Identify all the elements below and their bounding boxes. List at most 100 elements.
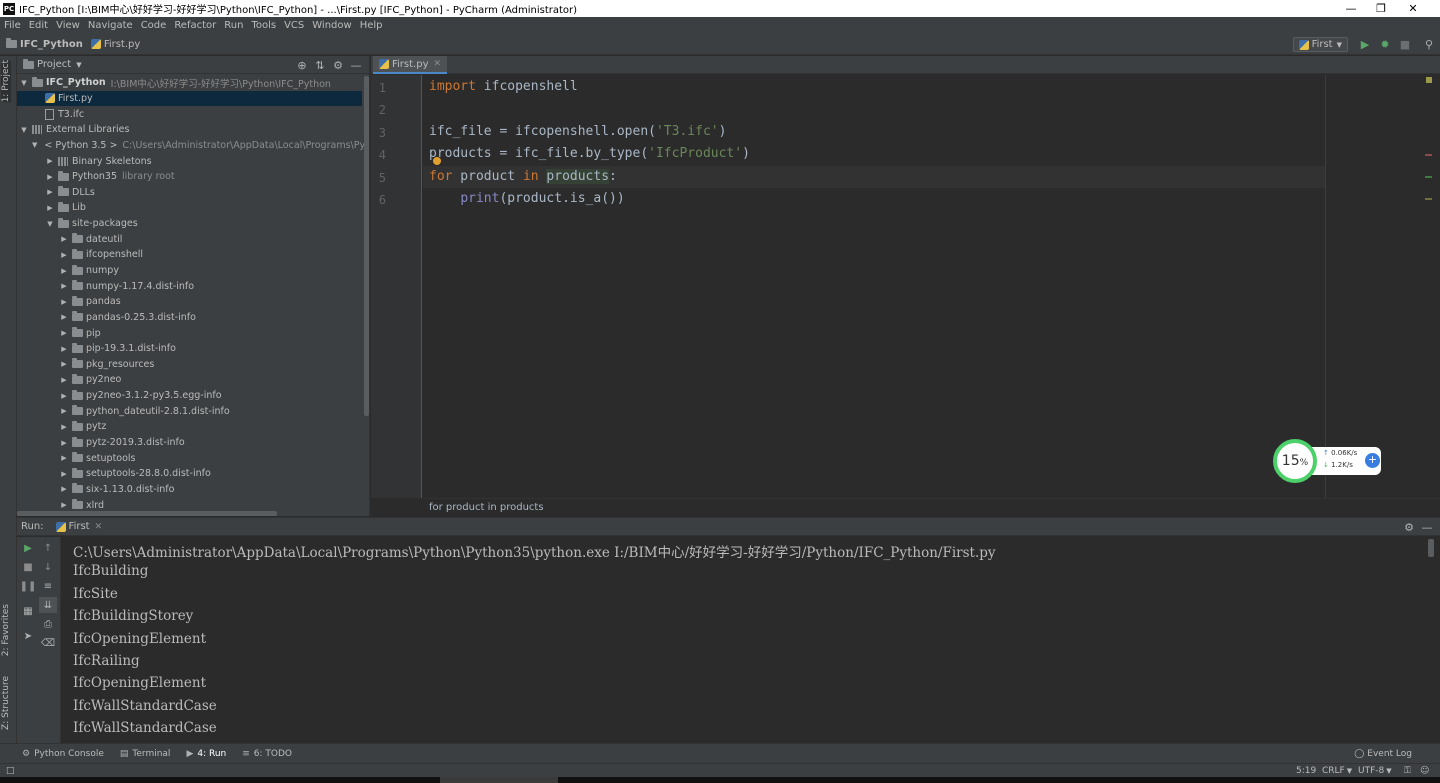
hide-panel-icon[interactable]: — — [1418, 521, 1436, 534]
plus-icon[interactable]: + — [1365, 453, 1380, 468]
tree-item-package[interactable]: ▶ dateutil — [17, 231, 362, 247]
run-console[interactable]: C:\Users\Administrator\AppData\Local\Pro… — [62, 537, 1440, 743]
tree-item-package[interactable]: ▶ py2neo — [17, 372, 362, 388]
code-editor[interactable]: import ifcopenshell ifc_file = ifcopensh… — [423, 75, 1440, 498]
hide-panel-icon[interactable]: — — [347, 59, 365, 72]
menu-vcs[interactable]: VCS — [284, 20, 304, 31]
menu-file[interactable]: File — [4, 20, 21, 31]
tree-item-package[interactable]: ▶ pkg_resources — [17, 357, 362, 373]
stop-icon[interactable]: ■ — [1396, 36, 1414, 54]
collapse-all-icon[interactable]: ⇅ — [311, 59, 329, 72]
tree-item-python-sdk[interactable]: ▼ < Python 3.5 > C:\Users\Administrator\… — [17, 138, 369, 154]
locate-icon[interactable]: ⊕ — [293, 59, 311, 72]
run-icon[interactable]: ▶ — [1356, 36, 1374, 54]
tree-item-package[interactable]: ▶ setuptools-28.8.0.dist-info — [17, 466, 362, 482]
inspection-status-icon[interactable] — [1426, 77, 1432, 83]
tree-item-lib[interactable]: ▶ Lib — [17, 200, 362, 216]
tree-item-package[interactable]: ▶ python_dateutil-2.8.1.dist-info — [17, 403, 362, 419]
project-vertical-scrollbar[interactable] — [364, 76, 369, 416]
tree-item-t3-ifc[interactable]: T3.ifc — [17, 106, 362, 122]
menu-run[interactable]: Run — [224, 20, 243, 31]
tree-item-package[interactable]: ▶ pandas — [17, 294, 362, 310]
tab-terminal[interactable]: ▤ Terminal — [120, 749, 171, 759]
code-line-5: for product in products: — [429, 169, 617, 184]
project-view-select[interactable]: Project ▼ — [23, 58, 82, 70]
breadcrumb-project[interactable]: IFC_Python — [6, 38, 83, 50]
tree-item-package[interactable]: ▶ numpy — [17, 263, 362, 279]
close-tab-icon[interactable]: ✕ — [434, 59, 442, 69]
trash-icon[interactable]: ⌫ — [39, 635, 57, 651]
network-speed-widget[interactable]: 15% ↑ 0.06K/s ↓ 1.2K/s + — [1273, 439, 1383, 483]
console-scrollbar[interactable] — [1428, 539, 1434, 557]
debug-icon[interactable]: ✹ — [1376, 36, 1394, 54]
tree-item-package[interactable]: ▶ setuptools — [17, 450, 362, 466]
title-bar: PC IFC_Python [I:\BIM中心\好好学习-好好学习\Python… — [0, 0, 1440, 17]
search-everywhere-icon[interactable]: ⚲ — [1420, 36, 1438, 54]
tree-item-package[interactable]: ▶ pytz-2019.3.dist-info — [17, 435, 362, 451]
collapsed-arrow-icon: ▶ — [61, 391, 67, 400]
tree-item-package[interactable]: ▶ six-1.13.0.dist-info — [17, 482, 362, 498]
tree-item-python35[interactable]: ▶ Python35 library root — [17, 169, 362, 185]
error-stripe-marker[interactable] — [1425, 198, 1432, 200]
tree-item-first-py[interactable]: First.py — [17, 90, 362, 107]
tab-first-py[interactable]: First.py ✕ — [373, 56, 448, 74]
soft-wrap-icon[interactable]: ≡ — [39, 578, 57, 594]
file-encoding[interactable]: UTF-8 ▼ — [1358, 764, 1392, 778]
menu-tools[interactable]: Tools — [251, 20, 276, 31]
event-log-button[interactable]: ◯ Event Log — [1354, 744, 1412, 764]
minimize-icon[interactable]: — — [1336, 0, 1366, 17]
tree-item-package[interactable]: ▶ numpy-1.17.4.dist-info — [17, 278, 362, 294]
caret-position[interactable]: 5:19 — [1296, 764, 1316, 778]
close-icon[interactable]: ✕ — [1398, 0, 1428, 17]
menu-navigate[interactable]: Navigate — [88, 20, 133, 31]
scroll-to-end-icon[interactable]: ⇊ — [39, 597, 57, 613]
run-configuration-select[interactable]: First ▼ — [1292, 37, 1348, 52]
tree-item-dlls[interactable]: ▶ DLLs — [17, 184, 362, 200]
tree-item-external-libraries[interactable]: ▼ External Libraries — [17, 122, 362, 138]
tab-structure-side[interactable]: Z: Structure — [1, 676, 11, 730]
tab-favorites-side[interactable]: 2: Favorites — [1, 604, 11, 656]
menu-code[interactable]: Code — [141, 20, 167, 31]
tab-run[interactable]: ▶ 4: Run — [186, 749, 226, 759]
editor-breadcrumb[interactable]: for product in products — [423, 498, 1440, 516]
menu-view[interactable]: View — [56, 20, 80, 31]
tree-item-package[interactable]: ▶ pip — [17, 325, 362, 341]
lock-icon[interactable]: ⚿ — [1404, 764, 1411, 778]
inspector-icon[interactable]: ☺ — [1420, 764, 1429, 778]
scroll-up-icon[interactable]: ↑ — [39, 540, 57, 556]
rerun-icon[interactable]: ▶ — [19, 540, 37, 556]
scroll-down-icon[interactable]: ↓ — [39, 559, 57, 575]
tree-item-package[interactable]: ▶ py2neo-3.1.2-py3.5.egg-info — [17, 388, 362, 404]
breadcrumb-file[interactable]: First.py — [90, 39, 140, 50]
project-horizontal-scrollbar[interactable] — [17, 511, 277, 516]
gear-icon[interactable]: ⚙ — [329, 59, 347, 72]
run-tab-first[interactable]: First ✕ — [55, 521, 103, 532]
tree-item-package[interactable]: ▶ ifcopenshell — [17, 247, 362, 263]
gear-icon[interactable]: ⚙ — [1400, 521, 1418, 534]
close-tab-icon[interactable]: ✕ — [95, 522, 103, 532]
intention-bulb-icon[interactable] — [433, 157, 441, 165]
tab-todo[interactable]: ≡ 6: TODO — [242, 749, 292, 759]
tab-python-console[interactable]: ⚙ Python Console — [22, 749, 104, 759]
tree-item-package[interactable]: ▶ pip-19.3.1.dist-info — [17, 341, 362, 357]
tree-item-site-packages[interactable]: ▼ site-packages — [17, 216, 362, 232]
menu-help[interactable]: Help — [360, 20, 383, 31]
tree-item-project-root[interactable]: ▼ IFC_Python I:\BIM中心\好好学习-好好学习\Python\I… — [17, 75, 362, 91]
tree-item-package[interactable]: ▶ pytz — [17, 419, 362, 435]
print-icon[interactable]: ⎙ — [39, 616, 57, 632]
error-stripe-marker[interactable] — [1425, 154, 1432, 156]
tree-item-binary-skeletons[interactable]: ▶ Binary Skeletons — [17, 153, 362, 169]
tab-project-side[interactable]: 1: Project — [1, 60, 11, 103]
menu-window[interactable]: Window — [312, 20, 351, 31]
pause-icon[interactable]: ❚❚ — [19, 578, 37, 594]
line-separator[interactable]: CRLF ▼ — [1322, 764, 1352, 778]
tool-windows-icon[interactable]: □ — [6, 764, 15, 778]
error-stripe-marker[interactable] — [1425, 176, 1432, 178]
tree-item-package[interactable]: ▶ pandas-0.25.3.dist-info — [17, 310, 362, 326]
pin-icon[interactable]: ➤ — [19, 628, 37, 644]
restore-icon[interactable]: ❐ — [1366, 0, 1396, 17]
menu-refactor[interactable]: Refactor — [174, 20, 216, 31]
layout-icon[interactable]: ▦ — [19, 603, 37, 619]
menu-edit[interactable]: Edit — [29, 20, 48, 31]
stop-icon[interactable]: ■ — [19, 559, 37, 575]
